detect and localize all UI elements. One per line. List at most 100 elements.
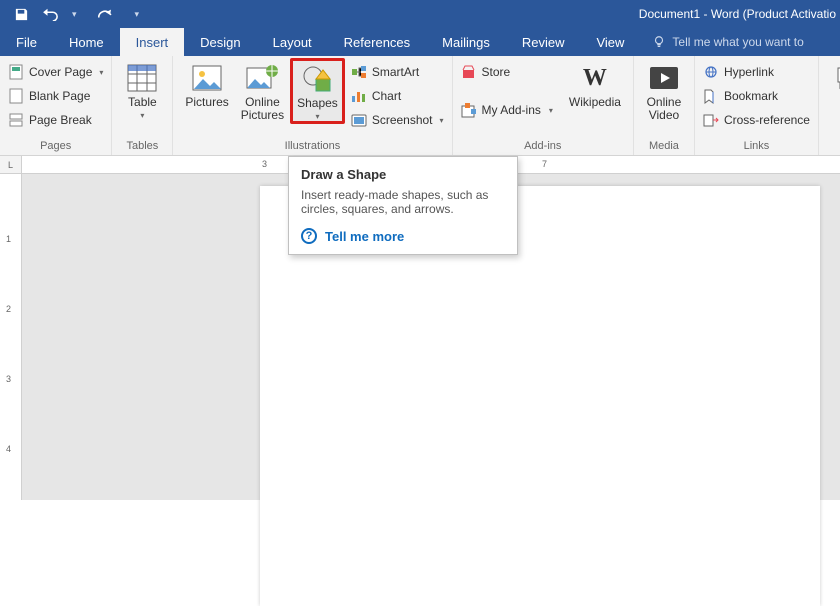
online-pictures-icon: [246, 62, 278, 94]
ruler-tick: 7: [542, 159, 547, 169]
hyperlink-label: Hyperlink: [724, 65, 774, 79]
tooltip-title: Draw a Shape: [301, 167, 505, 182]
chevron-down-icon: ▾: [140, 111, 144, 120]
tab-layout[interactable]: Layout: [257, 28, 328, 56]
tab-view[interactable]: View: [580, 28, 640, 56]
group-links-label: Links: [701, 138, 812, 155]
cross-reference-button[interactable]: Cross-reference: [701, 110, 812, 130]
tab-insert[interactable]: Insert: [120, 28, 185, 56]
blank-page-label: Blank Page: [29, 89, 90, 103]
online-pictures-label: Online Pictures: [241, 96, 284, 122]
table-button[interactable]: Table ▾: [118, 58, 166, 120]
bookmark-label: Bookmark: [724, 89, 778, 103]
smartart-label: SmartArt: [372, 65, 419, 79]
page-break-label: Page Break: [29, 113, 92, 127]
cover-page-label: Cover Page: [29, 65, 92, 79]
online-pictures-button[interactable]: Online Pictures: [235, 58, 290, 122]
comment-icon: [833, 62, 840, 94]
chevron-down-icon: ▾: [99, 68, 103, 77]
smartart-button[interactable]: SmartArt: [349, 62, 446, 82]
ruler-tick: 3: [6, 374, 11, 384]
tab-mailings[interactable]: Mailings: [426, 28, 506, 56]
cross-ref-label: Cross-reference: [724, 113, 810, 127]
tab-bar: File Home Insert Design Layout Reference…: [0, 28, 840, 56]
undo-dropdown-icon[interactable]: ▾: [72, 9, 77, 20]
tooltip-tell-me-more[interactable]: ? Tell me more: [301, 228, 505, 244]
shapes-label: Shapes: [297, 97, 338, 110]
tell-me-placeholder: Tell me what you want to: [672, 35, 803, 49]
group-media-label: Media: [640, 138, 688, 155]
cover-page-button[interactable]: Cover Page ▾: [6, 62, 105, 82]
quick-access-toolbar: ▾ ▾: [0, 2, 147, 26]
tab-references[interactable]: References: [328, 28, 426, 56]
hyperlink-button[interactable]: Hyperlink: [701, 62, 812, 82]
tell-me-search[interactable]: Tell me what you want to: [652, 28, 803, 56]
video-icon: [648, 62, 680, 94]
tab-design[interactable]: Design: [184, 28, 256, 56]
table-label: Table: [128, 96, 157, 109]
chart-label: Chart: [372, 89, 401, 103]
group-pages-label: Pages: [6, 138, 105, 155]
wikipedia-button[interactable]: W Wikipedia: [563, 58, 627, 109]
lightbulb-icon: [652, 35, 666, 49]
screenshot-button[interactable]: Screenshot ▾: [349, 110, 446, 130]
hyperlink-icon: [703, 64, 719, 80]
group-pages: Cover Page ▾ Blank Page Page Break Pages: [0, 56, 112, 155]
pictures-icon: [191, 62, 223, 94]
page-break-button[interactable]: Page Break: [6, 110, 105, 130]
wikipedia-icon: W: [579, 62, 611, 94]
qat-customize-icon[interactable]: ▾: [135, 9, 140, 20]
tab-review[interactable]: Review: [506, 28, 581, 56]
cover-page-icon: [8, 64, 24, 80]
window-title: Document1 - Word (Product Activatio: [639, 7, 840, 21]
shapes-button[interactable]: Shapes ▾: [290, 58, 345, 124]
vertical-ruler[interactable]: 1 2 3 4: [0, 174, 22, 500]
chart-button[interactable]: Chart: [349, 86, 446, 106]
store-icon: [461, 64, 477, 80]
pictures-label: Pictures: [185, 96, 228, 109]
group-comments-label: Co: [825, 138, 840, 155]
group-illustrations: Pictures Online Pictures Shapes ▾ SmartA…: [173, 56, 452, 155]
shapes-icon: [301, 63, 333, 95]
blank-page-button[interactable]: Blank Page: [6, 86, 105, 106]
chevron-down-icon: ▾: [440, 116, 444, 125]
store-button[interactable]: Store: [459, 62, 555, 82]
store-label: Store: [482, 65, 511, 79]
my-addins-button[interactable]: My Add-ins ▾: [459, 100, 555, 120]
page-break-icon: [8, 112, 24, 128]
wikipedia-label: Wikipedia: [569, 96, 621, 109]
ruler-tick: 1: [6, 234, 11, 244]
screenshot-label: Screenshot: [372, 113, 433, 127]
smartart-icon: [351, 64, 367, 80]
ruler-tick: 2: [6, 304, 11, 314]
ribbon-insert: Cover Page ▾ Blank Page Page Break Pages…: [0, 56, 840, 156]
group-links: Hyperlink Bookmark Cross-reference Links: [695, 56, 819, 155]
chevron-down-icon: ▾: [315, 112, 319, 121]
my-addins-label: My Add-ins: [482, 103, 541, 117]
pictures-button[interactable]: Pictures: [179, 58, 234, 109]
addins-icon: [461, 102, 477, 118]
comment-button[interactable]: C: [825, 58, 840, 109]
online-video-button[interactable]: Online Video: [640, 58, 688, 122]
redo-icon: [96, 7, 112, 21]
group-media: Online Video Media: [634, 56, 695, 155]
table-icon: [126, 62, 158, 94]
chevron-down-icon: ▾: [549, 106, 553, 115]
group-addins: Store My Add-ins ▾ W Wikipedia Add-ins: [453, 56, 634, 155]
cross-ref-icon: [703, 112, 719, 128]
blank-page-icon: [8, 88, 24, 104]
undo-button[interactable]: [38, 2, 64, 26]
tooltip-body: Insert ready-made shapes, such as circle…: [301, 188, 505, 216]
redo-button[interactable]: [91, 2, 117, 26]
tab-file[interactable]: File: [0, 28, 53, 56]
tab-home[interactable]: Home: [53, 28, 120, 56]
titlebar: ▾ ▾ Document1 - Word (Product Activatio: [0, 0, 840, 28]
screenshot-icon: [351, 112, 367, 128]
online-video-label: Online Video: [647, 96, 682, 122]
group-illustrations-label: Illustrations: [179, 138, 445, 155]
undo-icon: [42, 7, 60, 21]
group-tables: Table ▾ Tables: [112, 56, 173, 155]
help-icon: ?: [301, 228, 317, 244]
save-button[interactable]: [8, 2, 34, 26]
bookmark-button[interactable]: Bookmark: [701, 86, 812, 106]
